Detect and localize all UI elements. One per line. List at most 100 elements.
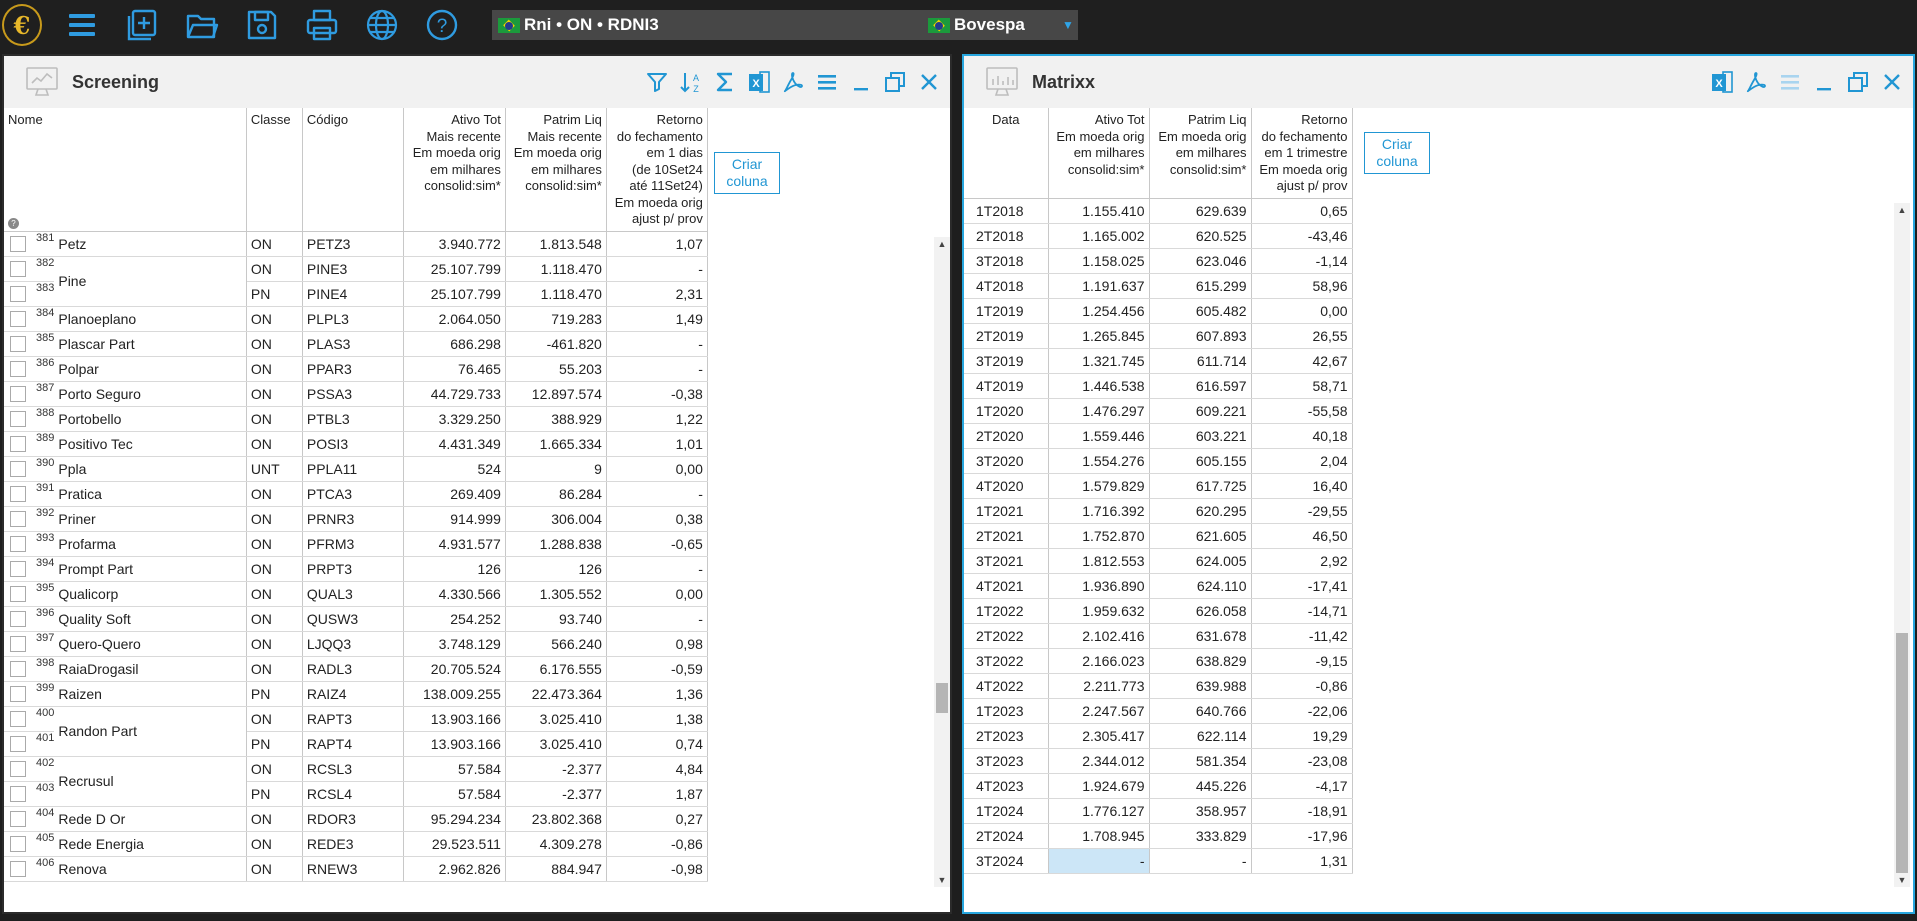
table-row[interactable]: 399 Raizen PN RAIZ4 138.009.255 22.473.364 1,3… bbox=[4, 681, 708, 707]
table-row[interactable]: 2T2023 2.305.417 622.114 19,29 bbox=[964, 723, 1353, 749]
table-row[interactable]: 405 Rede Energia ON REDE3 29.523.511 4.309.27… bbox=[4, 831, 708, 857]
save-icon[interactable] bbox=[242, 5, 282, 45]
table-row[interactable]: 392 Priner ON PRNR3 914.999 306.004 0,38 bbox=[4, 506, 708, 532]
col-header-retorno[interactable]: Retorno do fechamento em 1 dias (de 10Se… bbox=[606, 108, 708, 232]
table-row[interactable]: 3T2021 1.812.553 624.005 2,92 bbox=[964, 548, 1353, 574]
ativo-tot-value[interactable]: 2.211.773 bbox=[1048, 673, 1150, 699]
ativo-tot-value[interactable]: 2.344.012 bbox=[1048, 748, 1150, 774]
ativo-tot-value[interactable]: 1.812.553 bbox=[1048, 548, 1150, 574]
table-row[interactable]: 397 Quero-Quero ON LJQQ3 3.748.129 566.240 0,9… bbox=[4, 631, 708, 657]
close-icon[interactable] bbox=[1879, 69, 1905, 95]
scroll-thumb[interactable] bbox=[1896, 633, 1908, 873]
table-row[interactable]: 386 Polpar ON PPAR3 76.465 55.203- bbox=[4, 356, 708, 382]
row-checkbox[interactable] bbox=[10, 511, 26, 528]
table-row[interactable]: 398 RaiaDrogasil ON RADL3 20.705.524 6.176.55… bbox=[4, 656, 708, 682]
row-checkbox[interactable] bbox=[10, 486, 26, 503]
ativo-tot-value[interactable]: 1.752.870 bbox=[1048, 523, 1150, 549]
row-checkbox[interactable] bbox=[10, 436, 26, 453]
ativo-tot-value[interactable]: 1.265.845 bbox=[1048, 323, 1150, 349]
row-checkbox[interactable] bbox=[10, 261, 26, 278]
table-row[interactable]: 400 Randon Part ON RAPT3 13.903.166 3.025.410… bbox=[4, 706, 708, 757]
table-row[interactable]: 2T2018 1.165.002 620.525 -43,46 bbox=[964, 223, 1353, 249]
table-row[interactable]: 2T2020 1.559.446 603.221 40,18 bbox=[964, 423, 1353, 449]
screening-scrollbar[interactable]: ▲ ▼ bbox=[934, 237, 950, 887]
matrixx-scrollbar[interactable]: ▲ ▼ bbox=[1894, 203, 1910, 887]
table-row[interactable]: 382 Pine ON PINE3 25.107.799 1.118.470- bbox=[4, 256, 708, 307]
table-row[interactable]: 388 Portobello ON PTBL3 3.329.250 388.929 1,22 bbox=[4, 406, 708, 432]
sort-az-icon[interactable]: AZ bbox=[678, 69, 704, 95]
ativo-tot-value[interactable]: 1.254.456 bbox=[1048, 298, 1150, 324]
row-checkbox[interactable] bbox=[10, 536, 26, 553]
table-row[interactable]: 3T2023 2.344.012 581.354 -23,08 bbox=[964, 748, 1353, 774]
row-checkbox[interactable] bbox=[10, 786, 26, 803]
help-icon[interactable]: ? bbox=[422, 5, 462, 45]
row-checkbox[interactable] bbox=[10, 561, 26, 578]
maximize-icon[interactable] bbox=[882, 69, 908, 95]
table-row[interactable]: 4T2018 1.191.637 615.299 58,96 bbox=[964, 273, 1353, 299]
col-header-patrim-liq[interactable]: Patrim Liq Mais recente Em moeda orig em… bbox=[505, 108, 607, 232]
ativo-tot-value[interactable]: 1.959.632 bbox=[1048, 598, 1150, 624]
ativo-tot-value[interactable]: 1.579.829 bbox=[1048, 473, 1150, 499]
minimize-icon[interactable] bbox=[1811, 69, 1837, 95]
table-row[interactable]: 2T2022 2.102.416 631.678 -11,42 bbox=[964, 623, 1353, 649]
scroll-down-icon[interactable]: ▼ bbox=[934, 873, 950, 887]
table-row[interactable]: 4T2020 1.579.829 617.725 16,40 bbox=[964, 473, 1353, 499]
table-row[interactable]: 4T2022 2.211.773 639.988 -0,86 bbox=[964, 673, 1353, 699]
ativo-tot-value[interactable]: 1.776.127 bbox=[1048, 798, 1150, 824]
ativo-tot-value[interactable]: - bbox=[1048, 848, 1150, 874]
excel-icon[interactable]: X bbox=[746, 69, 772, 95]
table-row[interactable]: 3T2020 1.554.276 605.155 2,04 bbox=[964, 448, 1353, 474]
close-icon[interactable] bbox=[916, 69, 942, 95]
scroll-up-icon[interactable]: ▲ bbox=[1894, 203, 1910, 217]
table-row[interactable]: 1T2019 1.254.456 605.482 0,00 bbox=[964, 298, 1353, 324]
ativo-tot-value[interactable]: 1.165.002 bbox=[1048, 223, 1150, 249]
table-row[interactable]: 1T2022 1.959.632 626.058 -14,71 bbox=[964, 598, 1353, 624]
menu-icon[interactable] bbox=[62, 5, 102, 45]
table-row[interactable]: 1T2023 2.247.567 640.766 -22,06 bbox=[964, 698, 1353, 724]
table-row[interactable]: 390 Ppla UNT PPLA11 524 9 0,00 bbox=[4, 456, 708, 482]
table-row[interactable]: 385 Plascar Part ON PLAS3 686.298 -461.820- bbox=[4, 331, 708, 357]
table-row[interactable]: 406 Renova ON RNEW3 2.962.826 884.947 -0,98 bbox=[4, 856, 708, 882]
asset-selector[interactable]: Rni • ON • RDNI3 Bovespa ▼ bbox=[492, 10, 1078, 40]
table-row[interactable]: 3T2019 1.321.745 611.714 42,67 bbox=[964, 348, 1353, 374]
col-header-ativo-tot[interactable]: Ativo Tot Em moeda orig em milhares cons… bbox=[1048, 108, 1150, 199]
col-header-data[interactable]: Data bbox=[964, 108, 1049, 199]
table-row[interactable]: 393 Profarma ON PFRM3 4.931.577 1.288.838 -0,6… bbox=[4, 531, 708, 557]
table-row[interactable]: 387 Porto Seguro ON PSSA3 44.729.733 12.897.5… bbox=[4, 381, 708, 407]
ativo-tot-value[interactable]: 1.554.276 bbox=[1048, 448, 1150, 474]
open-folder-icon[interactable] bbox=[182, 5, 222, 45]
sum-icon[interactable] bbox=[712, 69, 738, 95]
table-row[interactable]: 402 Recrusul ON RCSL3 57.584 -2.377 4,84 bbox=[4, 756, 708, 807]
row-checkbox[interactable] bbox=[10, 386, 26, 403]
filter-icon[interactable] bbox=[644, 69, 670, 95]
print-icon[interactable] bbox=[302, 5, 342, 45]
table-row[interactable]: 2T2019 1.265.845 607.893 26,55 bbox=[964, 323, 1353, 349]
table-row[interactable]: 2T2024 1.708.945 333.829 -17,96 bbox=[964, 823, 1353, 849]
scroll-up-icon[interactable]: ▲ bbox=[934, 237, 950, 251]
exchange-selector[interactable]: Bovespa bbox=[922, 15, 1025, 35]
row-checkbox[interactable] bbox=[10, 686, 26, 703]
help-icon[interactable]: ? bbox=[8, 217, 19, 229]
ativo-tot-value[interactable]: 2.102.416 bbox=[1048, 623, 1150, 649]
row-checkbox[interactable] bbox=[10, 311, 26, 328]
ativo-tot-value[interactable]: 2.305.417 bbox=[1048, 723, 1150, 749]
col-header-nome[interactable]: Nome? bbox=[4, 108, 247, 232]
ativo-tot-value[interactable]: 1.708.945 bbox=[1048, 823, 1150, 849]
ativo-tot-value[interactable]: 1.476.297 bbox=[1048, 398, 1150, 424]
table-row[interactable]: 394 Prompt Part ON PRPT3 126 126- bbox=[4, 556, 708, 582]
ativo-tot-value[interactable]: 1.321.745 bbox=[1048, 348, 1150, 374]
row-checkbox[interactable] bbox=[10, 636, 26, 653]
ativo-tot-value[interactable]: 1.155.410 bbox=[1048, 198, 1150, 224]
row-checkbox[interactable] bbox=[10, 461, 26, 478]
table-row[interactable]: 404 Rede D Or ON RDOR3 95.294.234 23.802.368 0… bbox=[4, 806, 708, 832]
table-row[interactable]: 396 Quality Soft ON QUSW3 254.252 93.740- bbox=[4, 606, 708, 632]
row-checkbox[interactable] bbox=[10, 661, 26, 678]
ativo-tot-value[interactable]: 2.166.023 bbox=[1048, 648, 1150, 674]
table-row[interactable]: 3T2018 1.158.025 623.046 -1,14 bbox=[964, 248, 1353, 274]
maximize-icon[interactable] bbox=[1845, 69, 1871, 95]
ativo-tot-value[interactable]: 2.247.567 bbox=[1048, 698, 1150, 724]
row-checkbox[interactable] bbox=[10, 736, 26, 753]
table-row[interactable]: 391 Pratica ON PTCA3 269.409 86.284- bbox=[4, 481, 708, 507]
row-checkbox[interactable] bbox=[10, 236, 26, 253]
table-row[interactable]: 1T2020 1.476.297 609.221 -55,58 bbox=[964, 398, 1353, 424]
